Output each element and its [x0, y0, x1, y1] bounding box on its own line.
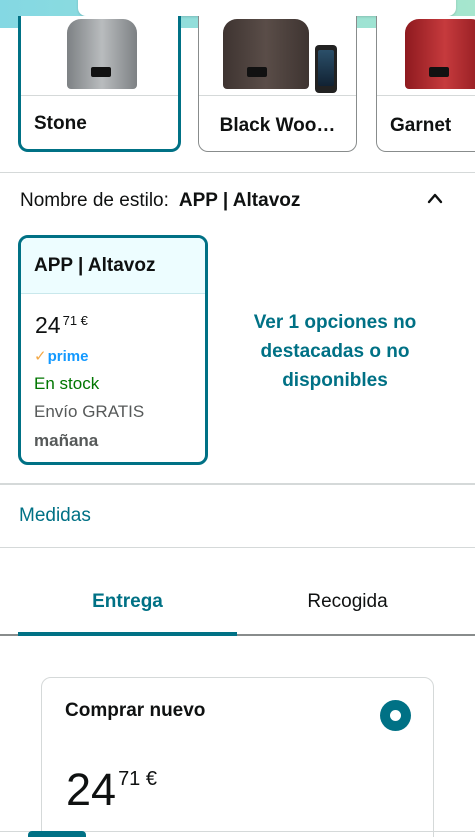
color-swatch-garnet[interactable]: Garnet [376, 16, 475, 152]
buy-new-price: 24 71 € [66, 764, 157, 816]
style-option-card[interactable]: APP | Altavoz 24 71 € ✓prime En stock Env… [18, 235, 208, 465]
product-thumbnail [67, 19, 137, 89]
divider [0, 172, 475, 173]
medidas-link[interactable]: Medidas [19, 505, 91, 527]
buy-new-option[interactable]: Comprar nuevo 24 71 € [41, 677, 434, 837]
divider [0, 547, 475, 548]
buy-new-title: Comprar nuevo [65, 700, 206, 721]
style-option-title: APP | Altavoz [21, 238, 205, 294]
more-options-link[interactable]: Ver 1 opciones no destacadas o no dispon… [228, 308, 442, 395]
search-input[interactable] [78, 0, 456, 16]
prime-badge: ✓prime [34, 347, 88, 365]
chevron-up-icon[interactable] [426, 190, 444, 208]
tab-entrega[interactable]: Entrega [18, 591, 237, 613]
prime-check-icon: ✓ [34, 348, 47, 365]
swatch-image [199, 16, 356, 96]
price-fraction: 71 € [118, 768, 157, 790]
prime-label: prime [47, 348, 89, 365]
tab-recogida[interactable]: Recogida [238, 591, 457, 613]
divider [0, 483, 475, 485]
swatch-label: Garnet [390, 115, 452, 136]
style-name-value: APP | Altavoz [178, 190, 301, 211]
color-swatch-black-wood[interactable]: Black Woo… [198, 16, 357, 152]
product-thumbnail [223, 19, 309, 89]
swatch-image [21, 16, 178, 96]
price-fraction: 71 € [62, 313, 88, 328]
product-thumbnail [405, 19, 475, 89]
phone-image [315, 45, 337, 93]
color-swatch-stone[interactable]: Stone [18, 16, 181, 152]
shipping-info: Envío GRATIS [34, 402, 145, 421]
swatch-label: Stone [34, 113, 87, 134]
style-name-label: Nombre de estilo: [20, 190, 169, 211]
stock-status: En stock [34, 374, 100, 393]
bottom-indicator [28, 831, 86, 837]
swatch-label: Black Woo… [219, 115, 336, 136]
swatch-image [377, 16, 475, 96]
price-whole: 24 [66, 764, 117, 815]
radio-selected[interactable] [380, 700, 411, 731]
style-name-row: Nombre de estilo: APP | Altavoz [20, 190, 300, 212]
active-tab-indicator [18, 632, 237, 636]
price-whole: 24 [35, 312, 61, 338]
style-option-price: 24 71 € [35, 312, 88, 339]
delivery-day: mañana [34, 431, 99, 450]
